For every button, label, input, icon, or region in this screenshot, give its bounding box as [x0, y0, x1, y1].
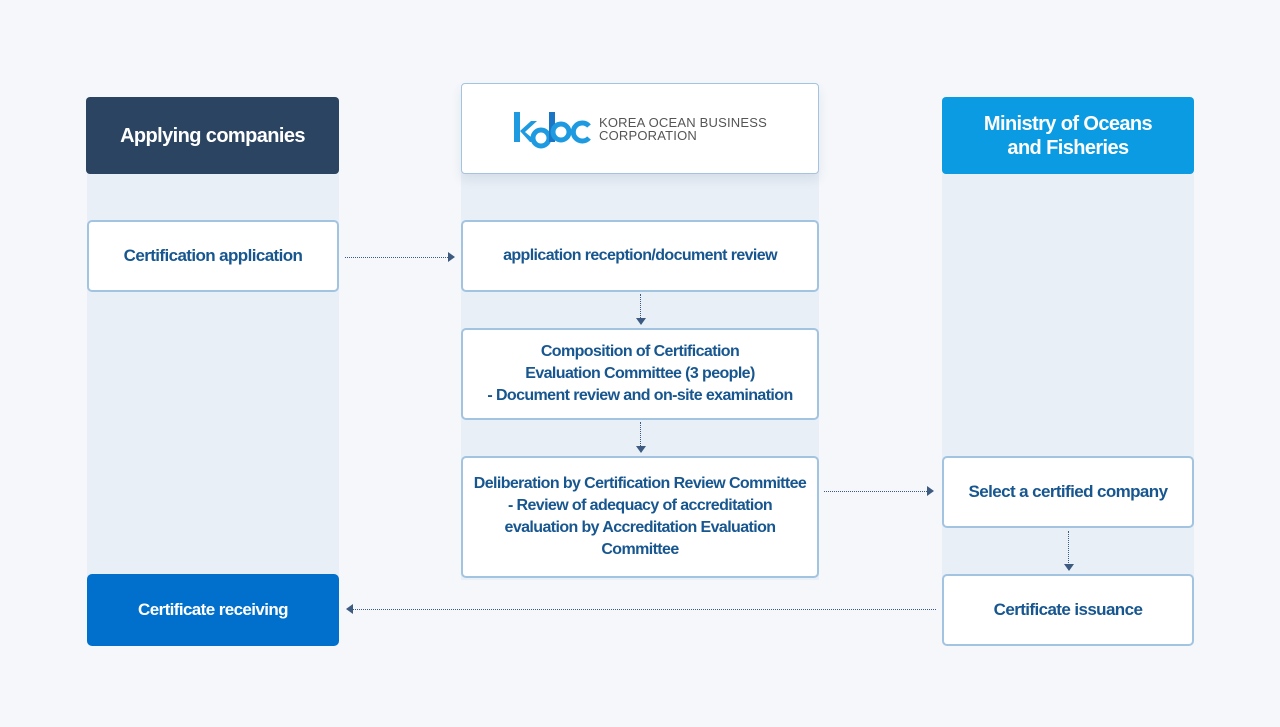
step-reception-review: application reception/document review [461, 220, 819, 292]
arrow-right-icon [927, 486, 934, 496]
step-label: application reception/document review [503, 247, 777, 264]
logo-line-1: KOREA OCEAN BUSINESS [599, 114, 767, 130]
step-deliberation: Deliberation by Certification Review Com… [461, 456, 819, 578]
connector-issuance-to-receiving [353, 609, 936, 610]
kobc-header: KOREA OCEAN BUSINESS CORPORATION [461, 83, 819, 174]
ministry-header-title: Ministry of Oceans and Fisheries [983, 112, 1153, 159]
arrow-left-icon [346, 604, 353, 614]
step-certification-application: Certification application [87, 220, 339, 292]
step-label: Composition of Certification Evaluation … [487, 343, 793, 404]
connector-reception-to-composition [640, 294, 641, 318]
arrow-down-icon [636, 318, 646, 325]
connector-select-to-issuance [1068, 531, 1069, 563]
kobc-logo-icon [514, 111, 591, 148]
step-label: Certificate issuance [993, 600, 1143, 619]
step-label: Certification application [123, 246, 303, 265]
kobc-logo-wordmark: KOREA OCEAN BUSINESS CORPORATION [599, 116, 767, 142]
connector-deliberation-to-select [824, 491, 927, 492]
step-label: Certificate receiving [138, 600, 289, 619]
step-certificate-receiving: Certificate receiving [87, 574, 339, 646]
logo-line-2: CORPORATION [599, 127, 698, 143]
step-label: Deliberation by Certification Review Com… [473, 475, 807, 558]
step-committee-composition: Composition of Certification Evaluation … [461, 328, 819, 420]
connector-application-to-reception [345, 257, 448, 258]
arrow-down-icon [1064, 564, 1074, 571]
step-select-company: Select a certified company [942, 456, 1194, 528]
applicant-header: Applying companies [86, 97, 339, 174]
ministry-header: Ministry of Oceans and Fisheries [942, 97, 1194, 174]
step-label: Select a certified company [968, 482, 1168, 501]
arrow-down-icon [636, 446, 646, 453]
arrow-right-icon [448, 252, 455, 262]
step-certificate-issuance: Certificate issuance [942, 574, 1194, 646]
applicant-header-title: Applying companies [120, 124, 305, 147]
connector-composition-to-deliberation [640, 422, 641, 446]
